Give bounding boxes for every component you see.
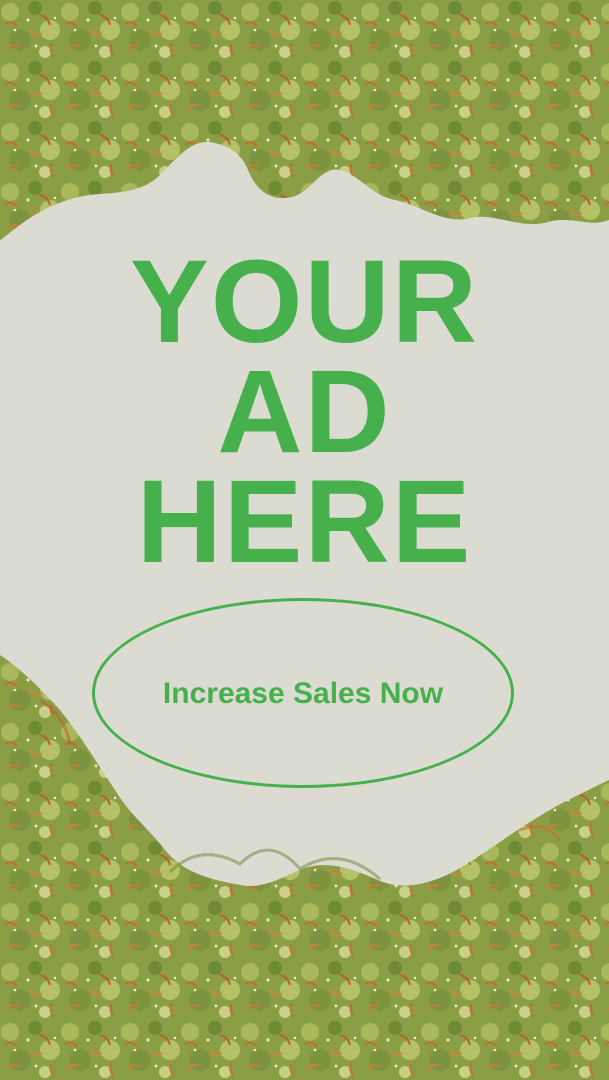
increase-sales-button[interactable] bbox=[92, 598, 514, 788]
headline-line-3: HERE bbox=[136, 456, 473, 588]
top-bud-cluster bbox=[0, 0, 609, 240]
ad-poster: YOUR AD HERE Increase Sales Now bbox=[0, 0, 609, 1080]
headline-line-2: AD bbox=[217, 346, 392, 478]
headline-line-1: YOUR bbox=[130, 236, 479, 368]
